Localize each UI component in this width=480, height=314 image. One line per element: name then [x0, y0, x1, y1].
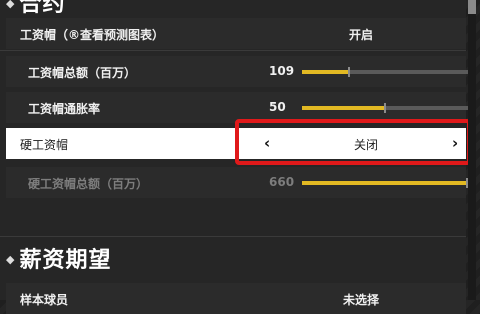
slider-fill	[302, 70, 349, 74]
setting-row-cap-total[interactable]: 工资帽总额（百万） 109	[6, 56, 468, 87]
setting-value: 660	[269, 175, 295, 189]
divider	[0, 50, 466, 51]
slider-knob[interactable]	[384, 103, 386, 113]
setting-label: 硬工资帽	[20, 138, 69, 152]
scrollbar-thumb[interactable]	[468, 0, 476, 14]
section-title-contract: ◆ 合约	[6, 0, 65, 18]
setting-row-hard-cap-total: 硬工资帽总额（百万） 660	[6, 167, 468, 198]
setting-label: 工资帽（®查看预测图表）	[20, 28, 165, 42]
setting-value: 开启	[348, 28, 373, 42]
diamond-icon: ◆	[6, 0, 16, 10]
slider-inflation[interactable]	[302, 103, 468, 113]
slider-cap-total[interactable]	[302, 67, 468, 77]
divider	[0, 236, 466, 237]
selection-highlight	[235, 119, 471, 165]
diamond-icon: ◆	[6, 253, 16, 266]
setting-label: 工资帽总额（百万）	[28, 66, 137, 80]
setting-row-sample-player[interactable]: 样本球员 未选择	[6, 283, 466, 314]
setting-label: 工资帽通胀率	[28, 102, 101, 116]
slider-hard-cap-total	[302, 178, 468, 188]
slider-fill	[302, 106, 385, 110]
setting-value: 50	[269, 100, 286, 114]
scrollbar[interactable]	[468, 0, 476, 300]
setting-label: 硬工资帽总额（百万）	[28, 177, 149, 191]
section-title-salary: ◆ 薪资期望	[6, 248, 112, 273]
setting-row-salary-cap[interactable]: 工资帽（®查看预测图表） 开启	[6, 18, 466, 49]
slider-knob[interactable]	[348, 67, 350, 77]
slider-fill	[302, 181, 468, 185]
setting-value: 109	[269, 64, 295, 78]
